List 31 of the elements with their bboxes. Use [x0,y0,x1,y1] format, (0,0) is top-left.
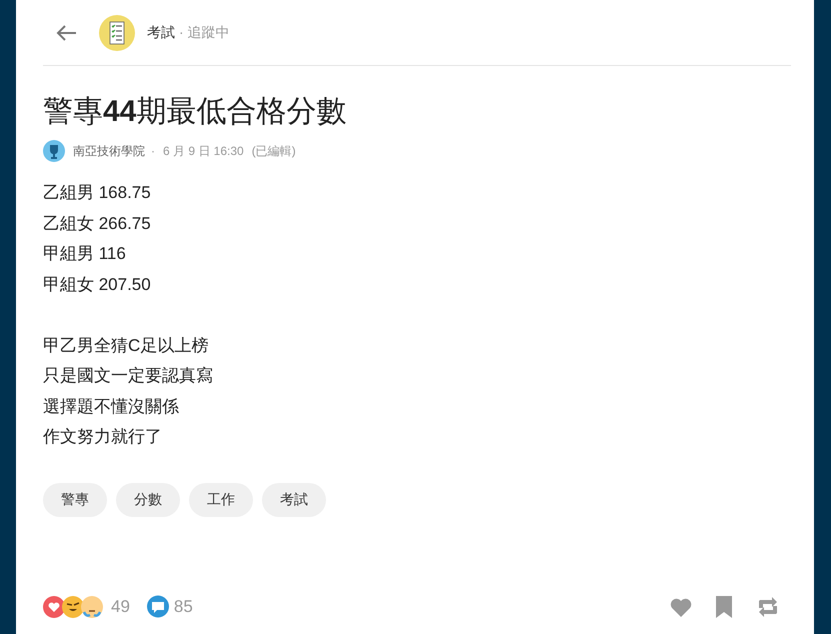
author-avatar [43,140,65,162]
body-text-line: 作文努力就行了 [43,426,163,448]
post-title: 警專44期最低合格分數 [43,94,348,130]
bookmark-icon[interactable] [715,596,733,618]
laughing-emoji-icon [62,596,84,618]
author-name[interactable]: 南亞技術學院 [73,142,145,160]
comment-count: 85 [174,596,193,618]
forum-checklist-icon[interactable] [99,14,135,50]
edited-label: (已編輯) [252,143,296,160]
separator-dot: · [151,143,155,160]
topic-tag[interactable]: 警專 [43,482,107,516]
heart-icon[interactable] [669,596,693,618]
body-text-line: 甲乙男全猜C足以上榜 [43,334,210,356]
post-date: 6 月 9 日 16:30 [163,143,244,160]
reaction-count: 49 [111,596,130,618]
back-arrow-icon[interactable] [55,24,77,42]
body-text-line: 乙組男 168.75 [43,182,152,204]
topic-tag[interactable]: 工作 [189,482,253,516]
topic-tag[interactable]: 考試 [262,482,326,516]
heart-reaction-icon [43,596,65,618]
body-text-line: 只是國文一定要認真寫 [43,365,214,387]
topic-tag[interactable]: 分數 [116,482,180,516]
comment-bubble-icon[interactable] [146,595,170,619]
separator-dot: · [179,23,184,42]
body-text-line: 乙組女 266.75 [43,212,152,234]
body-text-line: 甲組男 116 [43,243,127,265]
forum-name[interactable]: 考試 [147,22,175,43]
body-text-line: 甲組女 207.50 [43,274,152,296]
crying-emoji-icon [81,596,103,618]
share-icon[interactable] [757,597,779,617]
body-text-line: 選擇題不懂沒關係 [43,396,180,418]
